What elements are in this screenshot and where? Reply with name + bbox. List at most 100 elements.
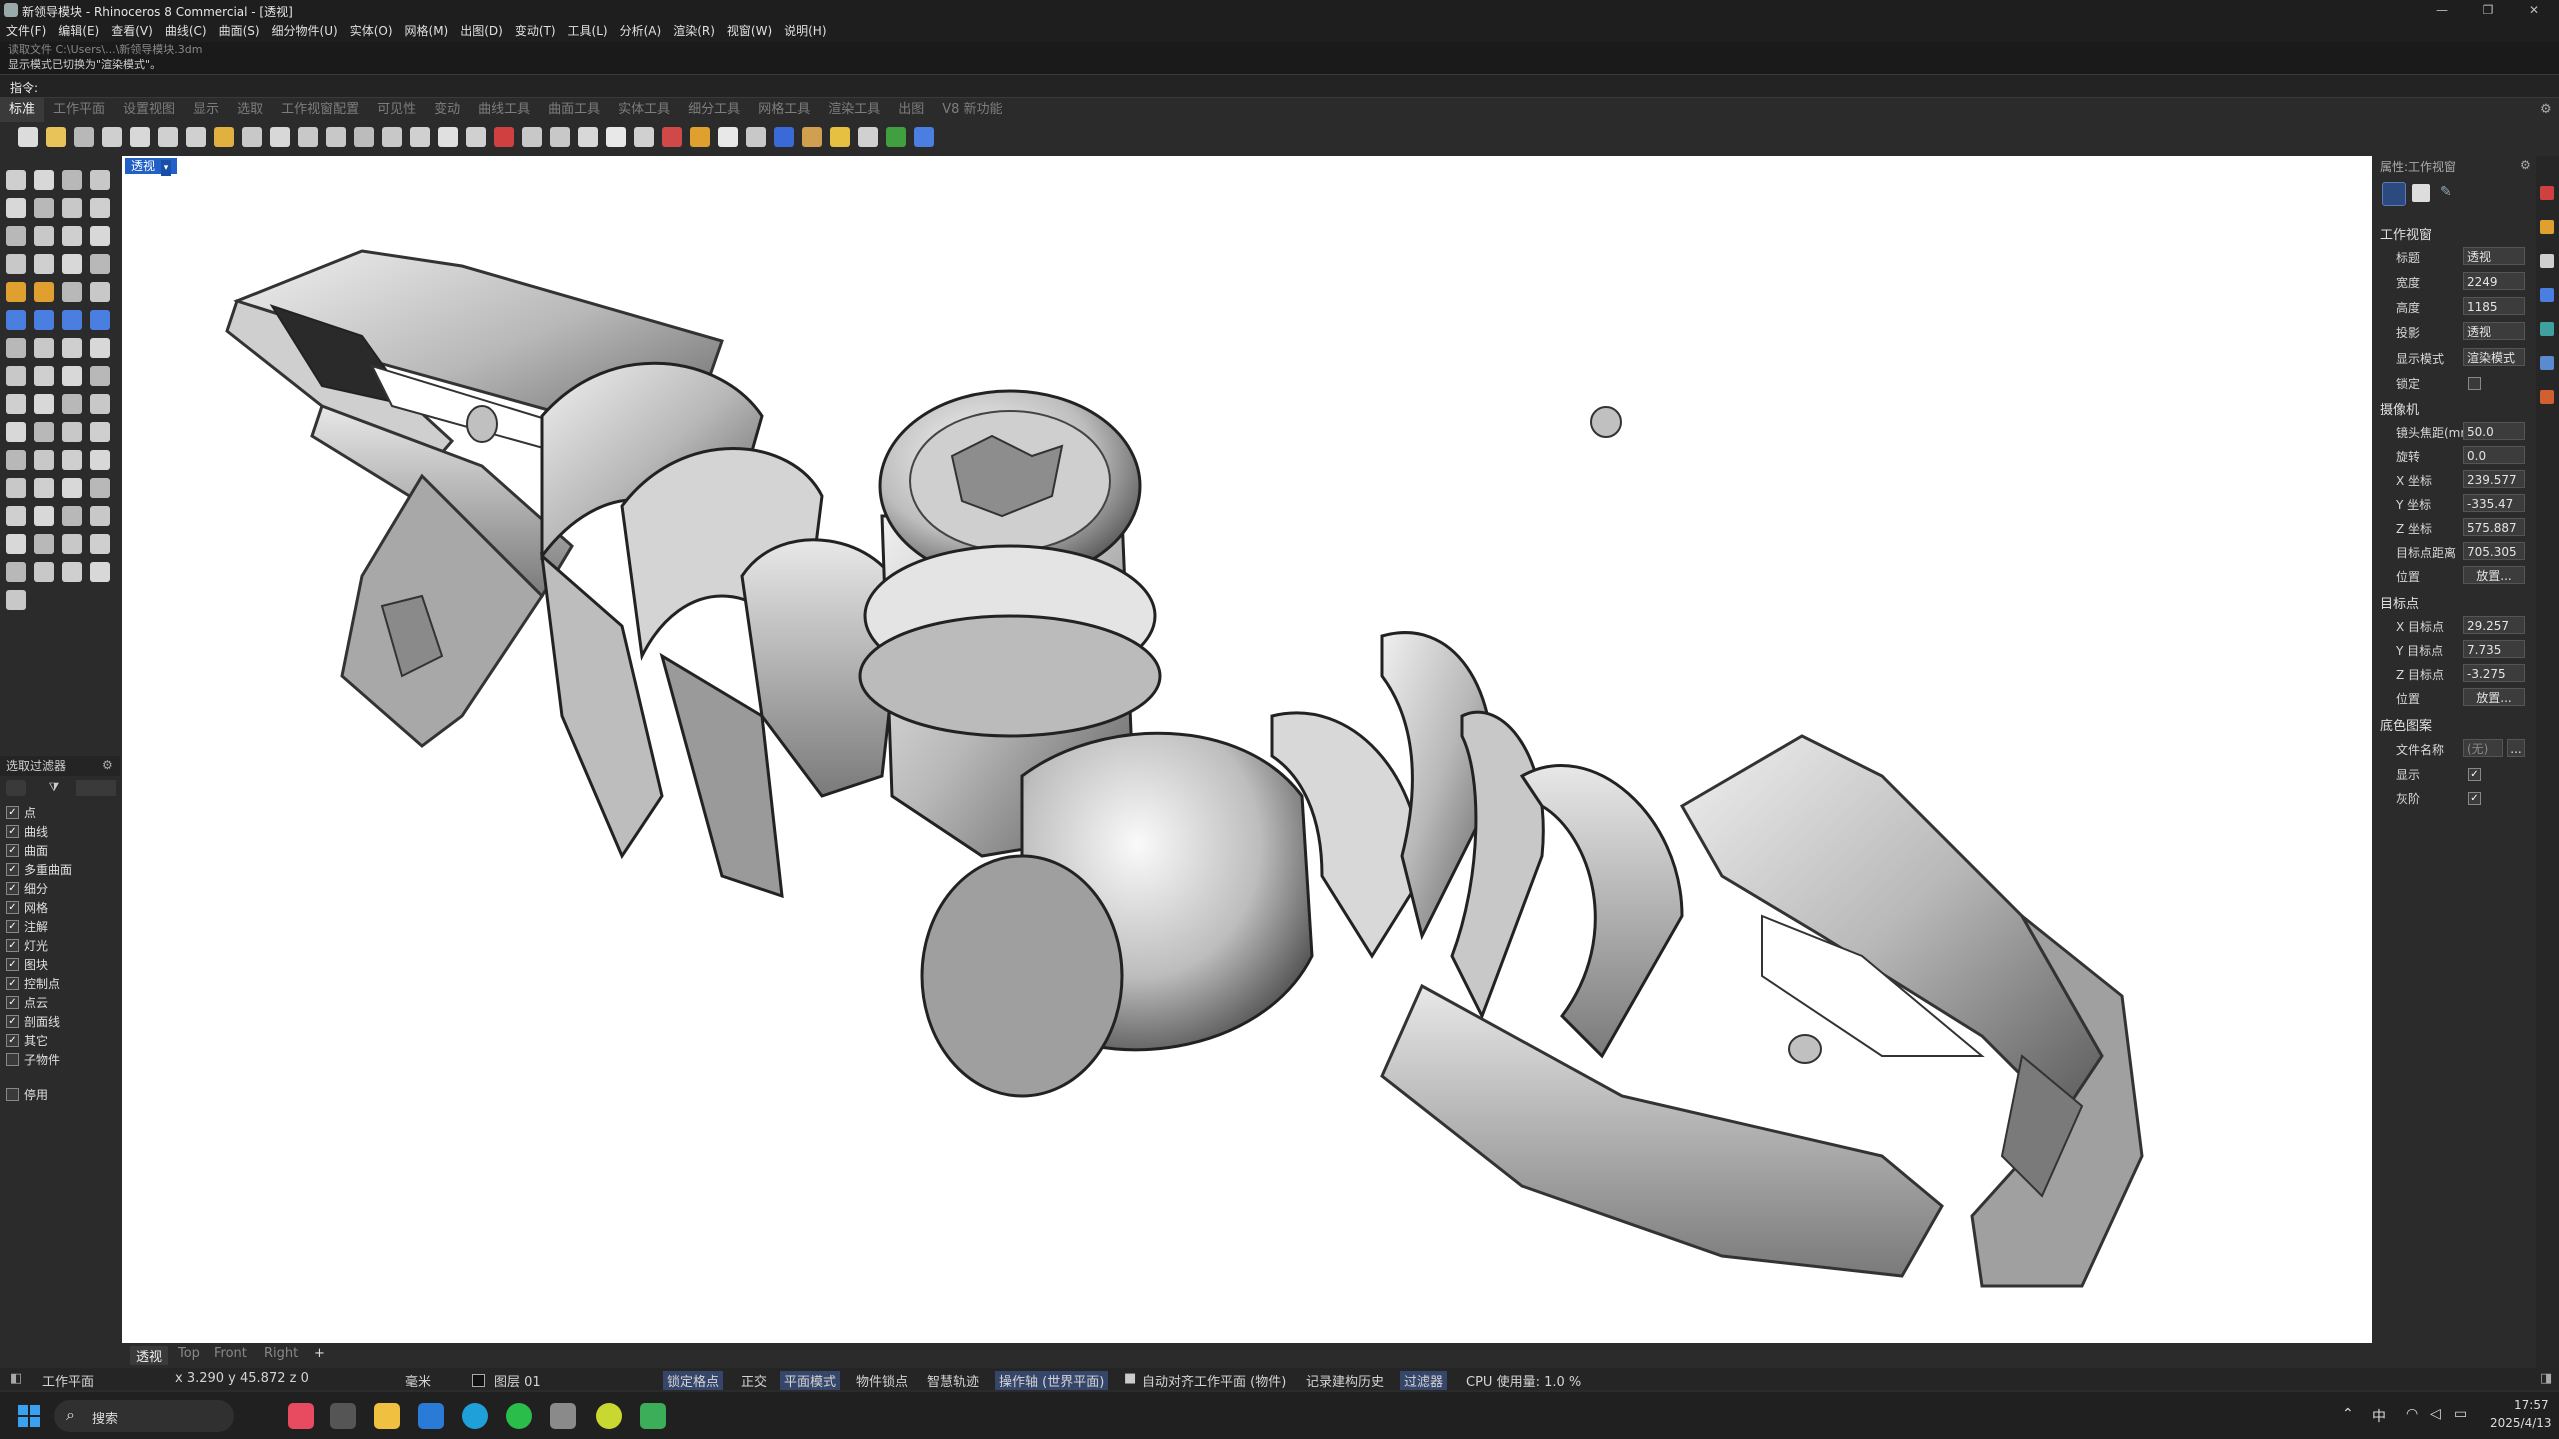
app-icon[interactable] bbox=[640, 1403, 666, 1429]
tab-select[interactable]: 选取 bbox=[228, 98, 272, 122]
history-toggle[interactable]: 记录建构历史 bbox=[1306, 1371, 1384, 1390]
checkbox[interactable]: ✓ bbox=[6, 806, 19, 819]
toolbox-tool-icon[interactable] bbox=[34, 366, 54, 386]
toolbox-tool-icon[interactable] bbox=[90, 338, 110, 358]
file-explorer-icon[interactable] bbox=[374, 1403, 400, 1429]
smarttrack-toggle[interactable]: 智慧轨迹 bbox=[927, 1371, 979, 1390]
menu-view[interactable]: 查看(V) bbox=[105, 20, 159, 42]
projection-select[interactable]: 透视 bbox=[2463, 322, 2525, 340]
tab-surface-tools[interactable]: 曲面工具 bbox=[539, 98, 609, 122]
toolbox-tool-icon[interactable] bbox=[6, 170, 26, 190]
properties-tab-icon[interactable] bbox=[2540, 186, 2554, 200]
tab-curve-tools[interactable]: 曲线工具 bbox=[469, 98, 539, 122]
toolbox-tool-icon[interactable] bbox=[34, 338, 54, 358]
camera-place-button[interactable]: 放置... bbox=[2463, 566, 2525, 584]
filter-item[interactable]: ✓ 控制点 bbox=[6, 975, 60, 993]
tab-v8-new[interactable]: V8 新功能 bbox=[933, 98, 1011, 122]
toolbar-tool-icon[interactable] bbox=[74, 127, 94, 147]
target-distance-field[interactable]: 705.305 bbox=[2463, 542, 2525, 560]
toolbar-tool-icon[interactable] bbox=[606, 127, 626, 147]
tab-set-view[interactable]: 设置视图 bbox=[114, 98, 184, 122]
camera-z-field[interactable]: 575.887 bbox=[2463, 518, 2525, 536]
gear-icon[interactable]: ⚙ bbox=[2520, 158, 2531, 172]
checkbox[interactable] bbox=[6, 1053, 19, 1066]
toolbar-tool-icon[interactable] bbox=[130, 127, 150, 147]
toolbox-tool-icon[interactable] bbox=[62, 422, 82, 442]
toolbox-tool-icon[interactable] bbox=[90, 310, 110, 330]
camera-x-field[interactable]: 239.577 bbox=[2463, 470, 2525, 488]
tab-cplanes[interactable]: 工作平面 bbox=[44, 98, 114, 122]
toolbox-tool-icon[interactable] bbox=[34, 506, 54, 526]
toolbox-tool-icon[interactable] bbox=[62, 534, 82, 554]
toolbox-tool-icon[interactable] bbox=[6, 254, 26, 274]
toolbar-tool-icon[interactable] bbox=[382, 127, 402, 147]
toolbox-tool-icon[interactable] bbox=[34, 310, 54, 330]
menu-curve[interactable]: 曲线(C) bbox=[159, 20, 213, 42]
render-tab-icon[interactable] bbox=[2540, 356, 2554, 370]
help-tab-icon[interactable] bbox=[2540, 288, 2554, 302]
filter-disable-row[interactable]: 停用 bbox=[6, 1086, 48, 1104]
toolbox-tool-icon[interactable] bbox=[34, 422, 54, 442]
camera-properties-tab[interactable]: ✎ bbox=[2440, 184, 2458, 202]
battery-icon[interactable]: ▭ bbox=[2454, 1406, 2467, 1422]
wechat-icon[interactable] bbox=[506, 1403, 532, 1429]
checkbox[interactable]: ✓ bbox=[6, 920, 19, 933]
filter-item[interactable]: ✓ 灯光 bbox=[6, 937, 48, 955]
checkbox[interactable]: ✓ bbox=[6, 863, 19, 876]
filter-toggle[interactable]: 过滤器 bbox=[1400, 1371, 1448, 1390]
windows-start-icon[interactable] bbox=[18, 1405, 40, 1427]
store-icon[interactable] bbox=[418, 1403, 444, 1429]
gear-icon[interactable]: ⚙ bbox=[102, 758, 113, 772]
toolbox-tool-icon[interactable] bbox=[6, 562, 26, 582]
filter-toggle-button[interactable] bbox=[6, 780, 26, 796]
toolbox-tool-icon[interactable] bbox=[6, 338, 26, 358]
toolbar-tool-icon[interactable] bbox=[858, 127, 878, 147]
tab-front[interactable]: Front bbox=[214, 1346, 247, 1361]
toolbox-tool-icon[interactable] bbox=[6, 394, 26, 414]
filter-item[interactable]: ✓ 注解 bbox=[6, 918, 48, 936]
toolbar-tool-icon[interactable] bbox=[18, 127, 38, 147]
toolbar-tool-icon[interactable] bbox=[354, 127, 374, 147]
toolbar-tool-icon[interactable] bbox=[494, 127, 514, 147]
toolbar-tool-icon[interactable] bbox=[746, 127, 766, 147]
checkbox[interactable]: ✓ bbox=[6, 901, 19, 914]
toolbox-tool-icon[interactable] bbox=[90, 450, 110, 470]
filter-item[interactable]: ✓ 细分 bbox=[6, 880, 48, 898]
toolbox-tool-icon[interactable] bbox=[90, 282, 110, 302]
filter-item[interactable]: ✓ 剖面线 bbox=[6, 1013, 60, 1031]
toolbox-tool-icon[interactable] bbox=[6, 310, 26, 330]
menu-file[interactable]: 文件(F) bbox=[0, 20, 52, 42]
target-place-button[interactable]: 放置... bbox=[2463, 688, 2525, 706]
toolbox-tool-icon[interactable] bbox=[34, 170, 54, 190]
toolbox-tool-icon[interactable] bbox=[62, 254, 82, 274]
toolbar-tool-icon[interactable] bbox=[802, 127, 822, 147]
tab-drafting[interactable]: 出图 bbox=[889, 98, 933, 122]
toolbox-tool-icon[interactable] bbox=[62, 366, 82, 386]
toolbar-tool-icon[interactable] bbox=[326, 127, 346, 147]
toolbox-tool-icon[interactable] bbox=[6, 226, 26, 246]
menu-surface[interactable]: 曲面(S) bbox=[213, 20, 266, 42]
filter-item[interactable]: ✓ 曲面 bbox=[6, 842, 48, 860]
toolbar-tool-icon[interactable] bbox=[634, 127, 654, 147]
tab-solid-tools[interactable]: 实体工具 bbox=[609, 98, 679, 122]
tab-standard[interactable]: 标准 bbox=[0, 98, 45, 122]
tab-mesh-tools[interactable]: 网格工具 bbox=[749, 98, 819, 122]
command-line[interactable]: 指令: bbox=[0, 74, 2559, 98]
filter-item[interactable]: ✓ 点 bbox=[6, 804, 36, 822]
funnel-icon[interactable]: ⧩ bbox=[44, 780, 64, 796]
tab-render-tools[interactable]: 渲染工具 bbox=[819, 98, 889, 122]
toolbox-tool-icon[interactable] bbox=[62, 310, 82, 330]
toolbox-tool-icon[interactable] bbox=[6, 478, 26, 498]
panel-toggle-icon[interactable]: ◧ bbox=[10, 1371, 22, 1386]
autoalign-checkbox[interactable]: ■ bbox=[1124, 1371, 1136, 1386]
edge-icon[interactable] bbox=[462, 1403, 488, 1429]
toolbox-tool-icon[interactable] bbox=[34, 478, 54, 498]
checkbox[interactable]: ✓ bbox=[6, 977, 19, 990]
show-checkbox[interactable]: ✓ bbox=[2468, 768, 2481, 781]
toolbar-tool-icon[interactable] bbox=[102, 127, 122, 147]
toolbar-tool-icon[interactable] bbox=[578, 127, 598, 147]
toolbar-tool-icon[interactable] bbox=[242, 127, 262, 147]
checkbox[interactable]: ✓ bbox=[6, 882, 19, 895]
toolbox-tool-icon[interactable] bbox=[62, 338, 82, 358]
gumball-toggle[interactable]: 操作轴 (世界平面) bbox=[995, 1371, 1109, 1390]
